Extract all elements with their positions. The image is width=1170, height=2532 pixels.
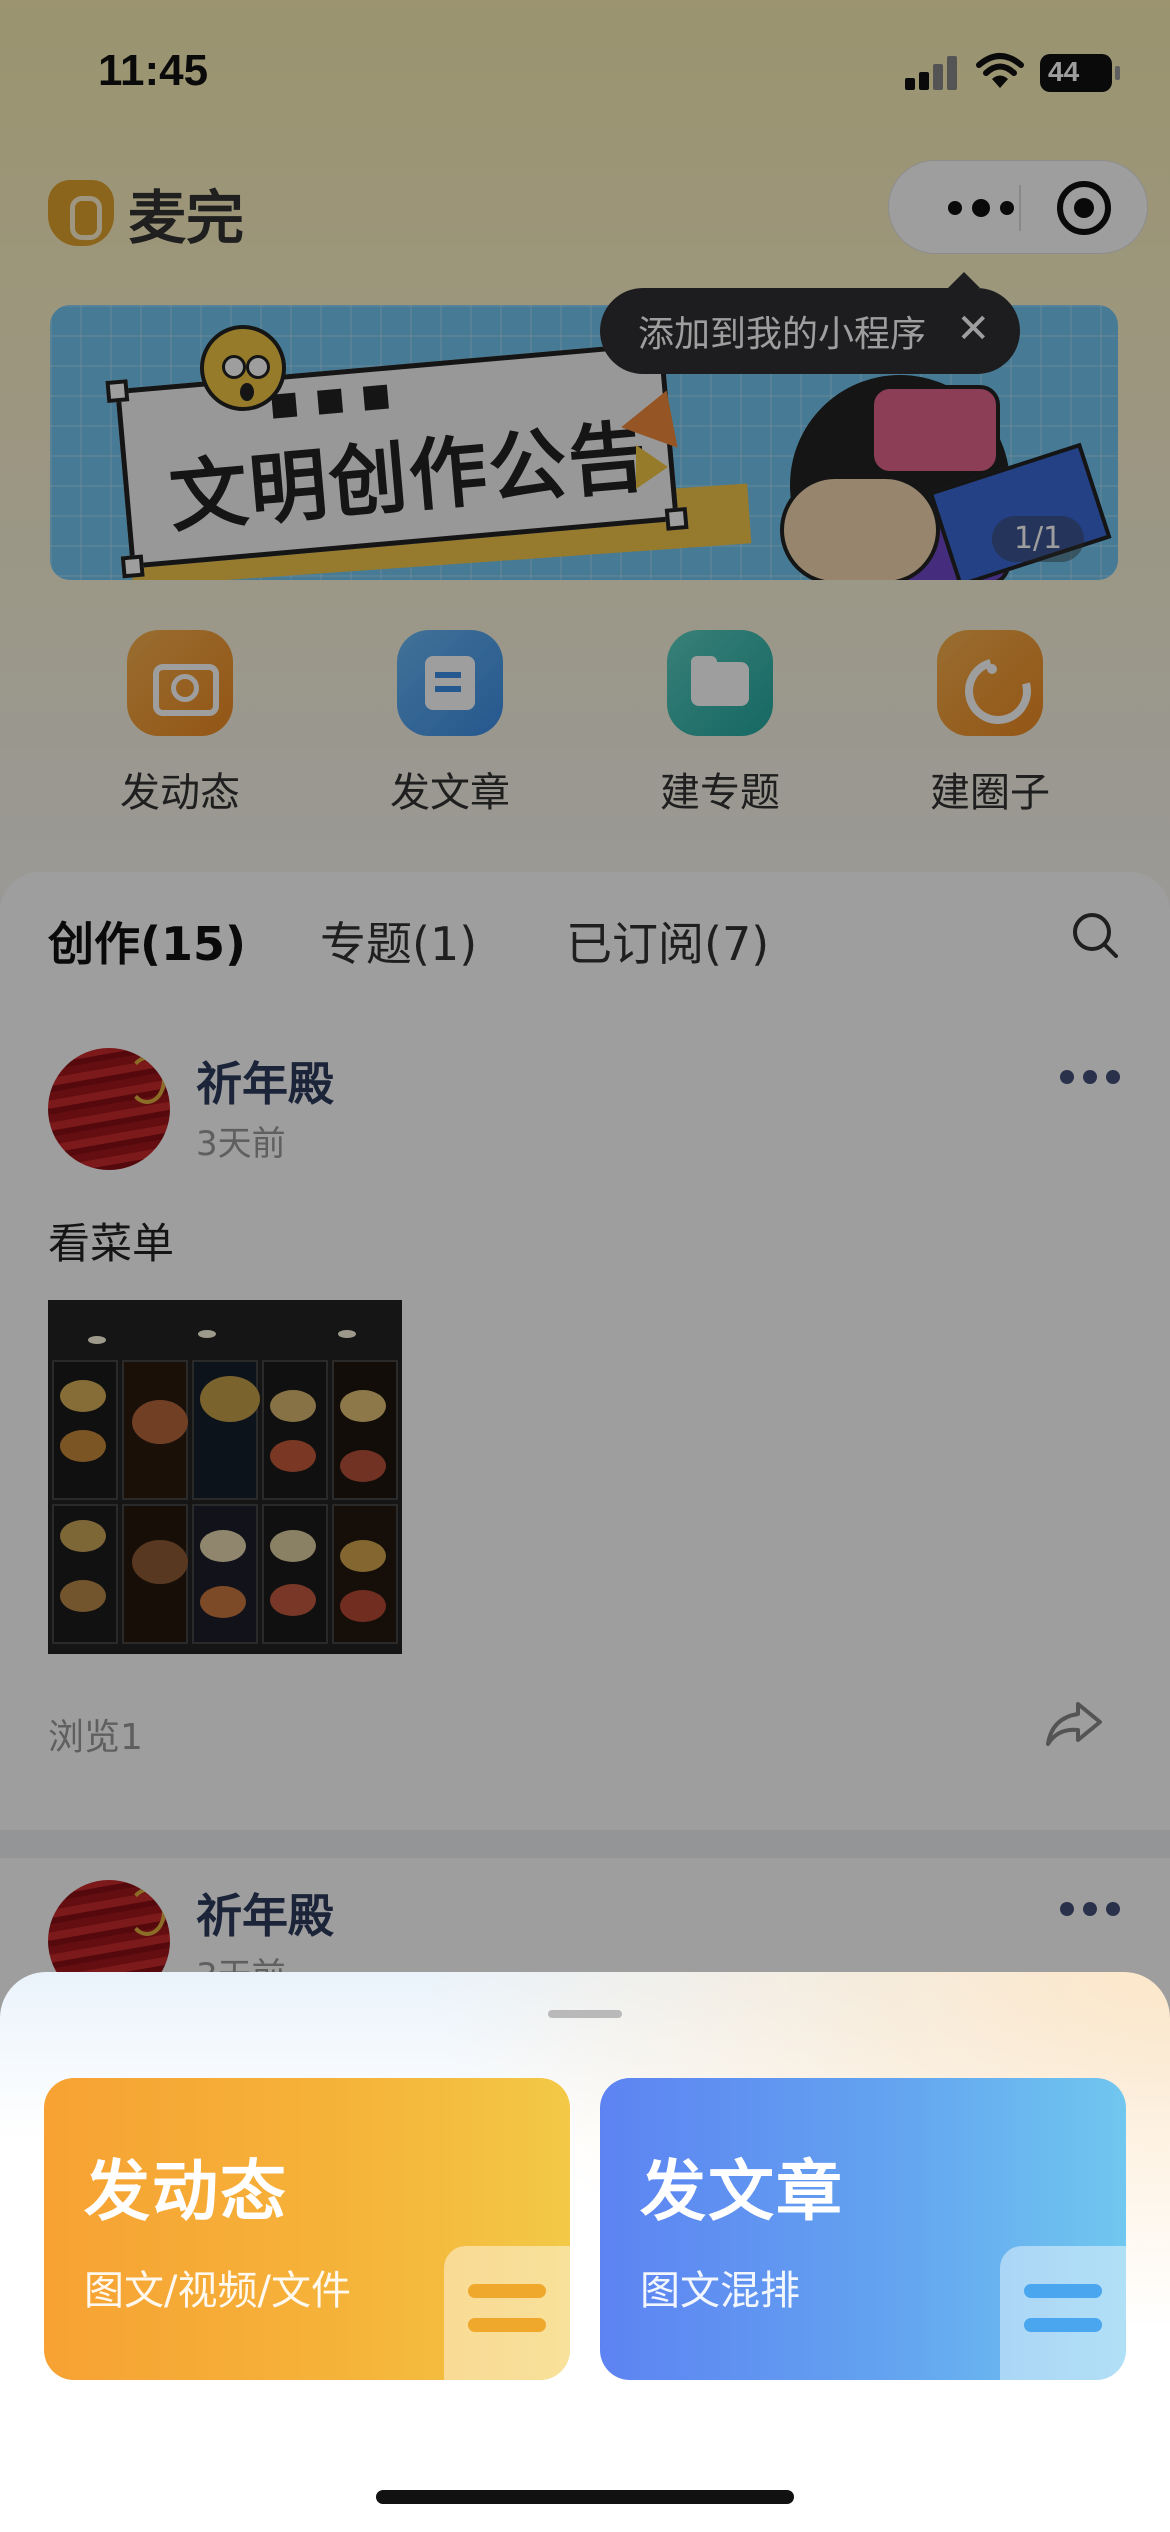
article-icon xyxy=(1000,2246,1126,2380)
post-moment-card[interactable]: 发动态 图文/视频/文件 xyxy=(44,2078,570,2380)
card-subtitle: 图文/视频/文件 xyxy=(84,2268,351,2314)
create-bottom-sheet: 发动态 图文/视频/文件 发文章 图文混排 xyxy=(0,1972,1170,2532)
card-title: 发文章 xyxy=(640,2153,844,2230)
card-title: 发动态 xyxy=(84,2153,288,2230)
sheet-drag-handle[interactable] xyxy=(548,2010,622,2018)
home-indicator[interactable] xyxy=(376,2490,794,2504)
post-article-card[interactable]: 发文章 图文混排 xyxy=(600,2078,1126,2380)
note-icon xyxy=(444,2246,570,2380)
card-subtitle: 图文混排 xyxy=(640,2268,800,2314)
